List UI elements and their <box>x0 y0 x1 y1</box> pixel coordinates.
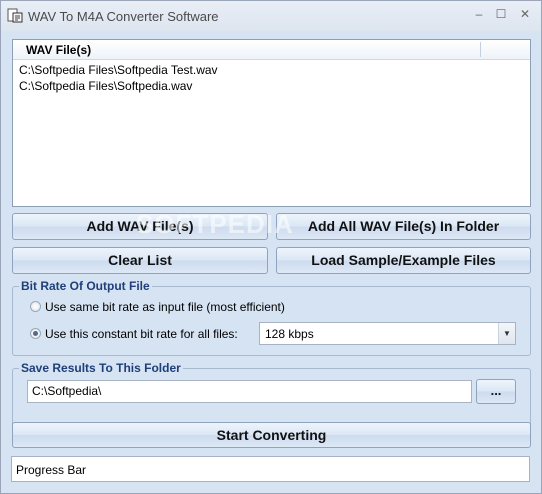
column-separator[interactable] <box>480 42 481 57</box>
add-wav-files-button[interactable]: Add WAV File(s) <box>12 213 268 240</box>
client-area: WAV File(s) C:\Softpedia Files\Softpedia… <box>1 31 541 493</box>
output-folder-group-title: Save Results To This Folder <box>19 361 183 375</box>
clear-list-button[interactable]: Clear List <box>12 247 268 274</box>
progress-bar: Progress Bar <box>11 456 530 482</box>
bitrate-group <box>12 286 531 356</box>
same-bitrate-label[interactable]: Use same bit rate as input file (most ef… <box>45 300 285 314</box>
window-title: WAV To M4A Converter Software <box>28 9 219 24</box>
app-window: WAV To M4A Converter Software – ☐ ✕ WAV … <box>0 0 542 494</box>
start-converting-button[interactable]: Start Converting <box>12 422 531 448</box>
maximize-button[interactable]: ☐ <box>489 5 513 23</box>
chevron-down-icon[interactable]: ▼ <box>498 323 515 344</box>
add-folder-button[interactable]: Add All WAV File(s) In Folder <box>276 213 531 240</box>
output-folder-input[interactable]: C:\Softpedia\ <box>27 380 472 403</box>
bitrate-select-value: 128 kbps <box>265 327 314 341</box>
bitrate-select[interactable]: 128 kbps ▼ <box>259 322 516 345</box>
browse-folder-button[interactable]: ... <box>476 379 516 404</box>
output-folder-value: C:\Softpedia\ <box>32 384 102 398</box>
constant-bitrate-label[interactable]: Use this constant bit rate for all files… <box>45 327 238 341</box>
constant-bitrate-radio[interactable] <box>30 328 41 339</box>
list-item[interactable]: C:\Softpedia Files\Softpedia Test.wav <box>19 63 218 77</box>
file-list[interactable]: WAV File(s) C:\Softpedia Files\Softpedia… <box>12 39 531 207</box>
column-header-wav-files[interactable]: WAV File(s) <box>26 43 91 57</box>
progress-bar-label: Progress Bar <box>16 463 87 477</box>
list-item[interactable]: C:\Softpedia Files\Softpedia.wav <box>19 79 192 93</box>
close-button[interactable]: ✕ <box>513 5 537 23</box>
title-bar[interactable]: WAV To M4A Converter Software – ☐ ✕ <box>1 1 541 31</box>
app-icon <box>7 8 23 23</box>
file-list-header[interactable]: WAV File(s) <box>13 40 530 60</box>
bitrate-group-title: Bit Rate Of Output File <box>19 279 152 293</box>
radio-selected-dot <box>33 331 38 336</box>
load-sample-files-button[interactable]: Load Sample/Example Files <box>276 247 531 274</box>
minimize-button[interactable]: – <box>467 5 491 23</box>
same-bitrate-radio[interactable] <box>30 301 41 312</box>
